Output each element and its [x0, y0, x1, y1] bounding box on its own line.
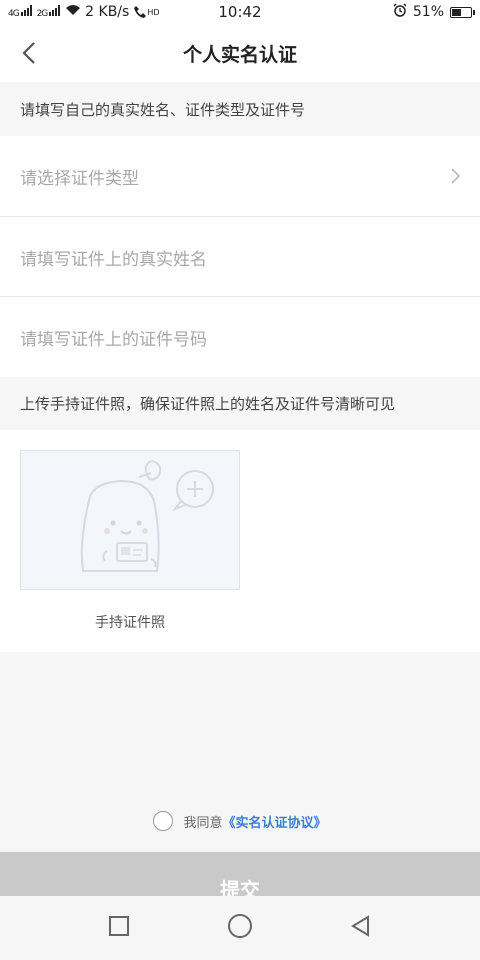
agreement-radio[interactable]	[153, 811, 174, 831]
agreement-row: 我同意 《实名认证协议》	[0, 808, 480, 834]
status-right: 51%	[282, 3, 475, 21]
square-icon	[109, 916, 130, 936]
network-speed: 2 KB/s	[85, 4, 130, 20]
page-title: 个人实名认证	[182, 43, 297, 66]
agreement-link[interactable]: 《实名认证协议》	[223, 812, 327, 831]
signal-4g-icon: 4G	[8, 5, 33, 19]
name-placeholder: 请填写证件上的真实姓名	[20, 249, 207, 270]
agreement-prefix: 我同意	[183, 815, 223, 831]
wifi-icon	[65, 4, 81, 20]
sig1-label: 4G	[8, 9, 20, 19]
back-button[interactable]	[12, 36, 46, 70]
chevron-right-icon	[451, 168, 460, 184]
circle-icon	[227, 914, 252, 938]
alarm-icon	[393, 3, 407, 21]
upload-section-hint: 上传手持证件照，确保证件照上的姓名及证件号清晰可见	[0, 377, 480, 430]
nav-bar: 个人实名认证	[0, 24, 480, 82]
id-photo-illustration-icon	[80, 459, 214, 572]
back-nav-button[interactable]	[350, 915, 372, 941]
form-section-hint: 请填写自己的真实姓名、证件类型及证件号	[0, 82, 480, 136]
home-button[interactable]	[227, 913, 253, 943]
battery-percent: 51%	[412, 4, 444, 20]
id-type-selector[interactable]: 请选择证件类型	[0, 136, 480, 216]
status-bar: 4G 2G 2 KB/s HD 10:42 51%	[0, 0, 480, 24]
photo-label: 手持证件照	[95, 615, 165, 631]
id-type-placeholder: 请选择证件类型	[20, 168, 139, 189]
status-left: 4G 2G 2 KB/s HD	[8, 4, 198, 20]
hd-label: HD	[147, 7, 160, 17]
battery-icon	[450, 6, 475, 18]
id-number-input[interactable]: 请填写证件上的证件号码	[0, 297, 480, 377]
triangle-back-icon	[350, 915, 369, 937]
status-time: 10:42	[218, 3, 262, 21]
battery-fill	[452, 8, 461, 16]
photo-upload-button[interactable]	[20, 450, 240, 590]
signal-2g-icon: 2G	[37, 5, 62, 19]
call-hd-icon: HD	[133, 5, 160, 19]
sig2-label: 2G	[36, 9, 49, 19]
id-number-placeholder: 请填写证件上的证件号码	[20, 329, 207, 350]
system-nav-bar	[0, 896, 480, 960]
chevron-left-icon	[22, 42, 35, 64]
recent-apps-button[interactable]	[108, 915, 130, 941]
name-input[interactable]: 请填写证件上的真实姓名	[0, 217, 480, 297]
upload-area: 手持证件照	[0, 430, 480, 652]
